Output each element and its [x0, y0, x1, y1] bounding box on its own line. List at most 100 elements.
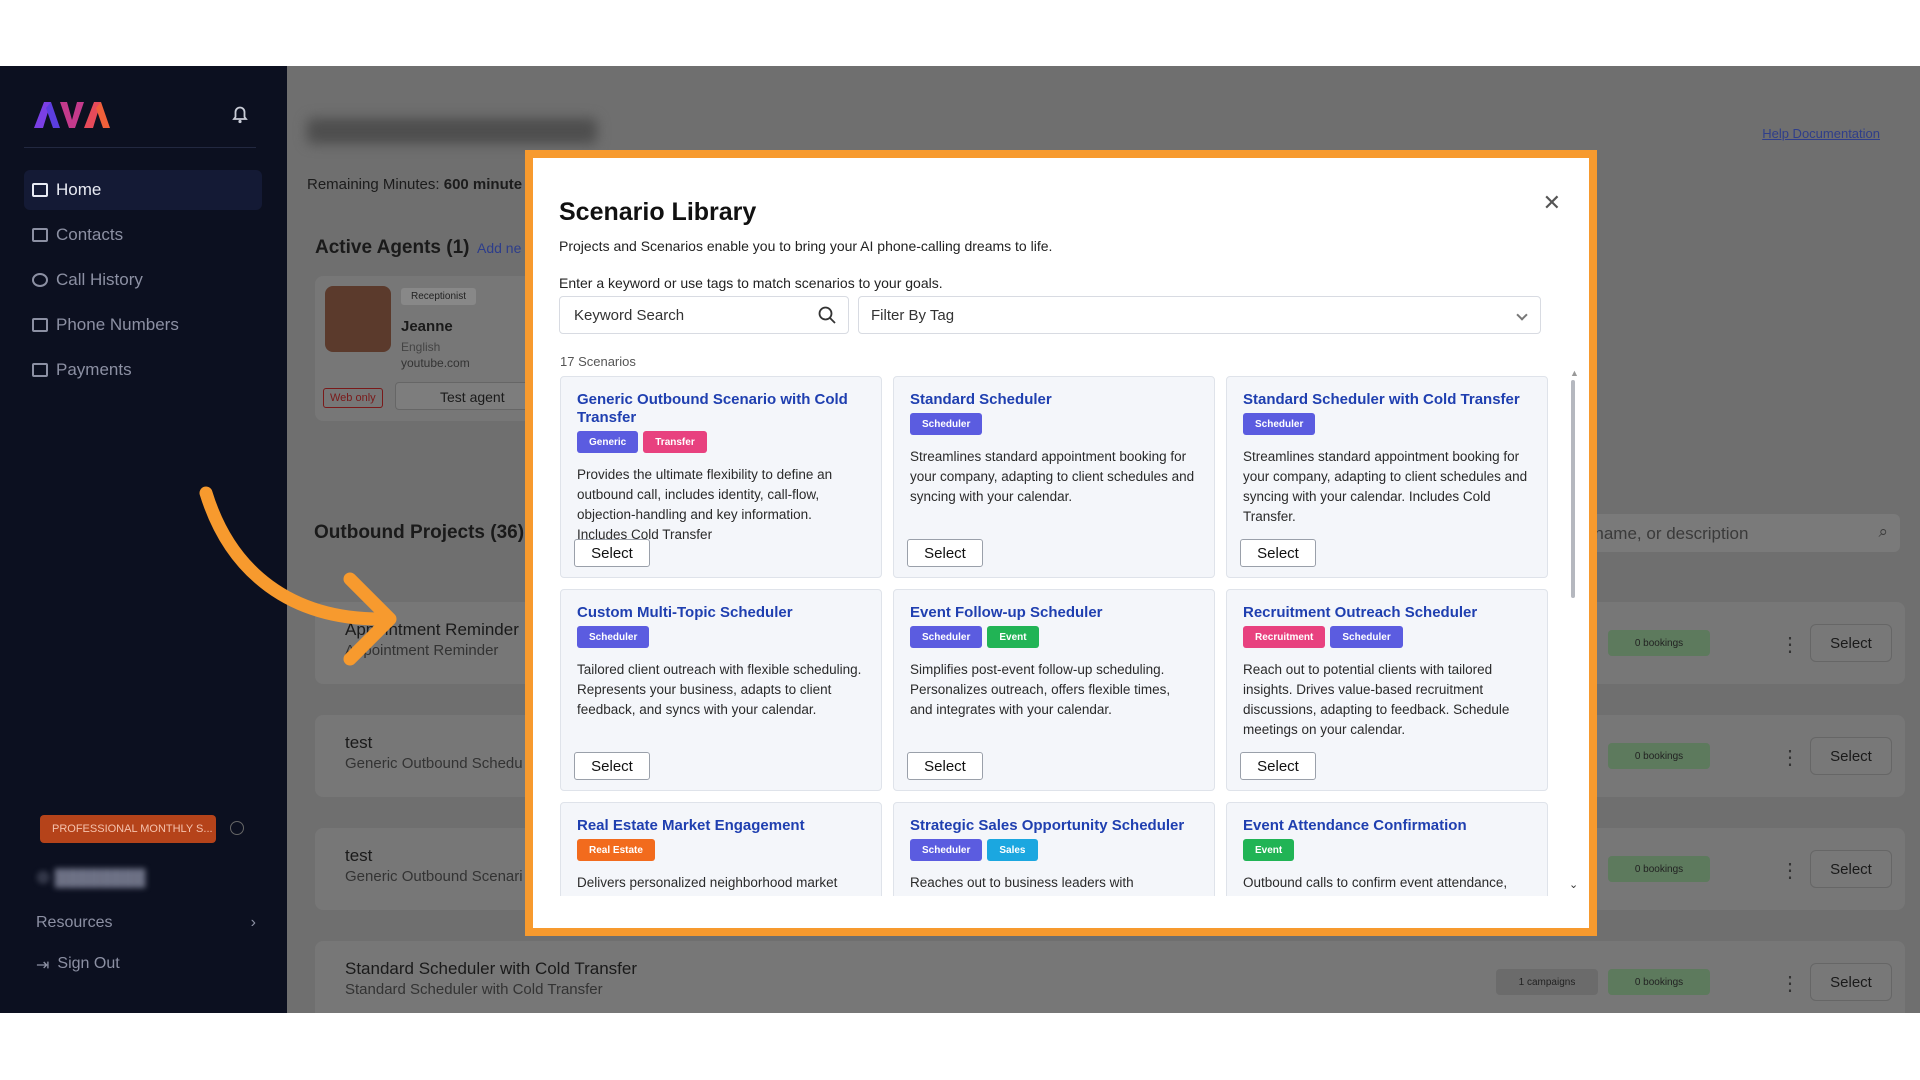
sidebar-nav: Home Contacts Call History Phone Numbers…	[24, 170, 262, 395]
tag-badge: Scheduler	[910, 839, 983, 861]
campaigns-badge: 1 campaigns	[1496, 969, 1598, 995]
scenario-card[interactable]: Event Follow-up Scheduler Scheduler Even…	[893, 589, 1215, 791]
chevron-down-icon	[1516, 309, 1528, 321]
sidebar-item-label: Call History	[56, 270, 143, 289]
scenario-description: Delivers personalized neighborhood marke…	[577, 875, 838, 890]
remaining-label: Remaining Minutes:	[307, 176, 440, 193]
scenario-title: Event Attendance Confirmation	[1243, 817, 1467, 834]
project-row[interactable]: Standard Scheduler with Cold Transfer St…	[315, 941, 1905, 1013]
bookings-badge: 0 bookings	[1608, 630, 1710, 656]
modal-highlight-frame: Scenario Library ✕ Projects and Scenario…	[525, 150, 1597, 936]
agent-name: Jeanne	[401, 318, 453, 335]
user-menu-blurred[interactable]: ⚙ ████████	[36, 868, 145, 888]
scenario-card[interactable]: Event Attendance Confirmation Event Outb…	[1226, 802, 1548, 896]
sidebar-item-label: Contacts	[56, 225, 124, 244]
scrollbar-thumb[interactable]	[1571, 380, 1575, 598]
scenario-card[interactable]: Standard Scheduler with Cold Transfer Sc…	[1226, 376, 1548, 578]
tag-badge: Event	[987, 626, 1039, 648]
scenario-title: Strategic Sales Opportunity Scheduler	[910, 817, 1185, 834]
select-button[interactable]: Select	[1810, 624, 1892, 662]
agent-language: English	[401, 340, 441, 354]
scroll-up-icon[interactable]: ▲	[1570, 368, 1579, 378]
chevron-down-icon[interactable]: ⌄	[1569, 878, 1578, 891]
tag-badge: Generic	[577, 431, 639, 453]
more-options-icon[interactable]: ⋮	[1780, 632, 1800, 657]
info-icon[interactable]	[230, 821, 244, 835]
more-options-icon[interactable]: ⋮	[1780, 745, 1800, 770]
tag-filter-select[interactable]: Filter By Tag	[858, 296, 1541, 334]
project-scenario: Generic Outbound Schedu	[345, 755, 523, 772]
keyword-search-input[interactable]: Keyword Search	[559, 296, 849, 334]
scenario-description: Reach out to potential clients with tail…	[1243, 662, 1510, 737]
scenario-description: Streamlines standard appointment booking…	[910, 449, 1195, 504]
select-button[interactable]: Select	[1810, 963, 1892, 1001]
active-agents-heading: Active Agents (1)	[315, 237, 470, 258]
chevron-right-icon: ›	[250, 914, 256, 931]
select-button[interactable]: Select	[1810, 737, 1892, 775]
select-button[interactable]: Select	[1240, 539, 1316, 567]
tag-badge: Scheduler	[1243, 413, 1316, 435]
modal-scrollbar[interactable]: ▲ ⌄	[1569, 368, 1579, 893]
sidebar-item-call-history[interactable]: Call History	[24, 260, 262, 300]
scenario-card[interactable]: Recruitment Outreach Scheduler Recruitme…	[1226, 589, 1548, 791]
search-icon: ⌕	[1878, 522, 1888, 541]
test-agent-button[interactable]: Test agent	[395, 382, 535, 410]
plan-badge[interactable]: PROFESSIONAL MONTHLY S...	[40, 815, 216, 843]
select-button[interactable]: Select	[1240, 752, 1316, 780]
modal-title: Scenario Library	[559, 198, 757, 226]
ava-logo	[34, 102, 110, 128]
tag-badge: Scheduler	[577, 626, 650, 648]
scenario-tags: Scheduler Event	[910, 626, 1039, 648]
project-scenario: Standard Scheduler with Cold Transfer	[345, 981, 603, 998]
scenario-tags: Generic Transfer	[577, 431, 707, 453]
select-button[interactable]: Select	[574, 539, 650, 567]
project-name: Standard Scheduler with Cold Transfer	[345, 959, 637, 978]
project-scenario: Generic Outbound Scenari	[345, 868, 523, 885]
help-documentation-link[interactable]: Help Documentation	[1762, 126, 1880, 141]
remaining-value: 600 minute	[443, 176, 523, 193]
more-options-icon[interactable]: ⋮	[1780, 971, 1800, 996]
scenario-tags: Scheduler Sales	[910, 839, 1038, 861]
card-icon	[32, 363, 48, 377]
sidebar-item-payments[interactable]: Payments	[24, 350, 262, 390]
scenario-card[interactable]: Standard Scheduler Scheduler Streamlines…	[893, 376, 1215, 578]
scenario-card[interactable]: Real Estate Market Engagement Real Estat…	[560, 802, 882, 896]
bookings-badge: 0 bookings	[1608, 743, 1710, 769]
tag-badge: Scheduler	[910, 626, 983, 648]
sidebar-item-contacts[interactable]: Contacts	[24, 215, 262, 255]
project-search-input[interactable]: ect name, or description ⌕	[1567, 514, 1900, 552]
modal-hint: Enter a keyword or use tags to match sce…	[559, 275, 943, 291]
add-new-link[interactable]: Add ne	[477, 240, 521, 256]
more-options-icon[interactable]: ⋮	[1780, 858, 1800, 883]
sidebar-item-label: Home	[56, 180, 102, 199]
sidebar-item-phone-numbers[interactable]: Phone Numbers	[24, 305, 262, 345]
bookings-badge: 0 bookings	[1608, 969, 1710, 995]
sidebar-item-home[interactable]: Home	[24, 170, 262, 210]
select-button[interactable]: Select	[1810, 850, 1892, 888]
project-name: test	[345, 846, 373, 865]
select-button[interactable]: Select	[907, 539, 983, 567]
scenario-description: Tailored client outreach with flexible s…	[577, 662, 862, 717]
select-button[interactable]: Select	[907, 752, 983, 780]
tag-badge: Recruitment	[1243, 626, 1326, 648]
resources-menu[interactable]: Resources ›	[36, 914, 256, 932]
select-button[interactable]: Select	[574, 752, 650, 780]
phone-icon	[32, 318, 48, 332]
scenario-tags: Recruitment Scheduler	[1243, 626, 1403, 648]
scenario-card[interactable]: Strategic Sales Opportunity Scheduler Sc…	[893, 802, 1215, 896]
scenario-title: Generic Outbound Scenario with Cold Tran…	[577, 391, 848, 426]
scenario-tags: Event	[1243, 839, 1295, 861]
bell-icon[interactable]	[228, 102, 254, 128]
tag-badge: Event	[1243, 839, 1295, 861]
tag-badge: Scheduler	[1330, 626, 1403, 648]
scenario-description: Provides the ultimate flexibility to def…	[577, 467, 833, 542]
scenario-tags: Scheduler	[910, 413, 983, 435]
scenario-card[interactable]: Generic Outbound Scenario with Cold Tran…	[560, 376, 882, 578]
web-only-badge: Web only	[323, 388, 383, 408]
scenario-description: Outbound calls to confirm event attendan…	[1243, 875, 1508, 890]
tag-badge: Sales	[987, 839, 1038, 861]
close-icon[interactable]: ✕	[1543, 190, 1561, 216]
scenario-count: 17 Scenarios	[560, 354, 636, 369]
scenario-card[interactable]: Custom Multi-Topic Scheduler Scheduler T…	[560, 589, 882, 791]
sign-out-button[interactable]: ⇥ Sign Out	[36, 955, 256, 975]
